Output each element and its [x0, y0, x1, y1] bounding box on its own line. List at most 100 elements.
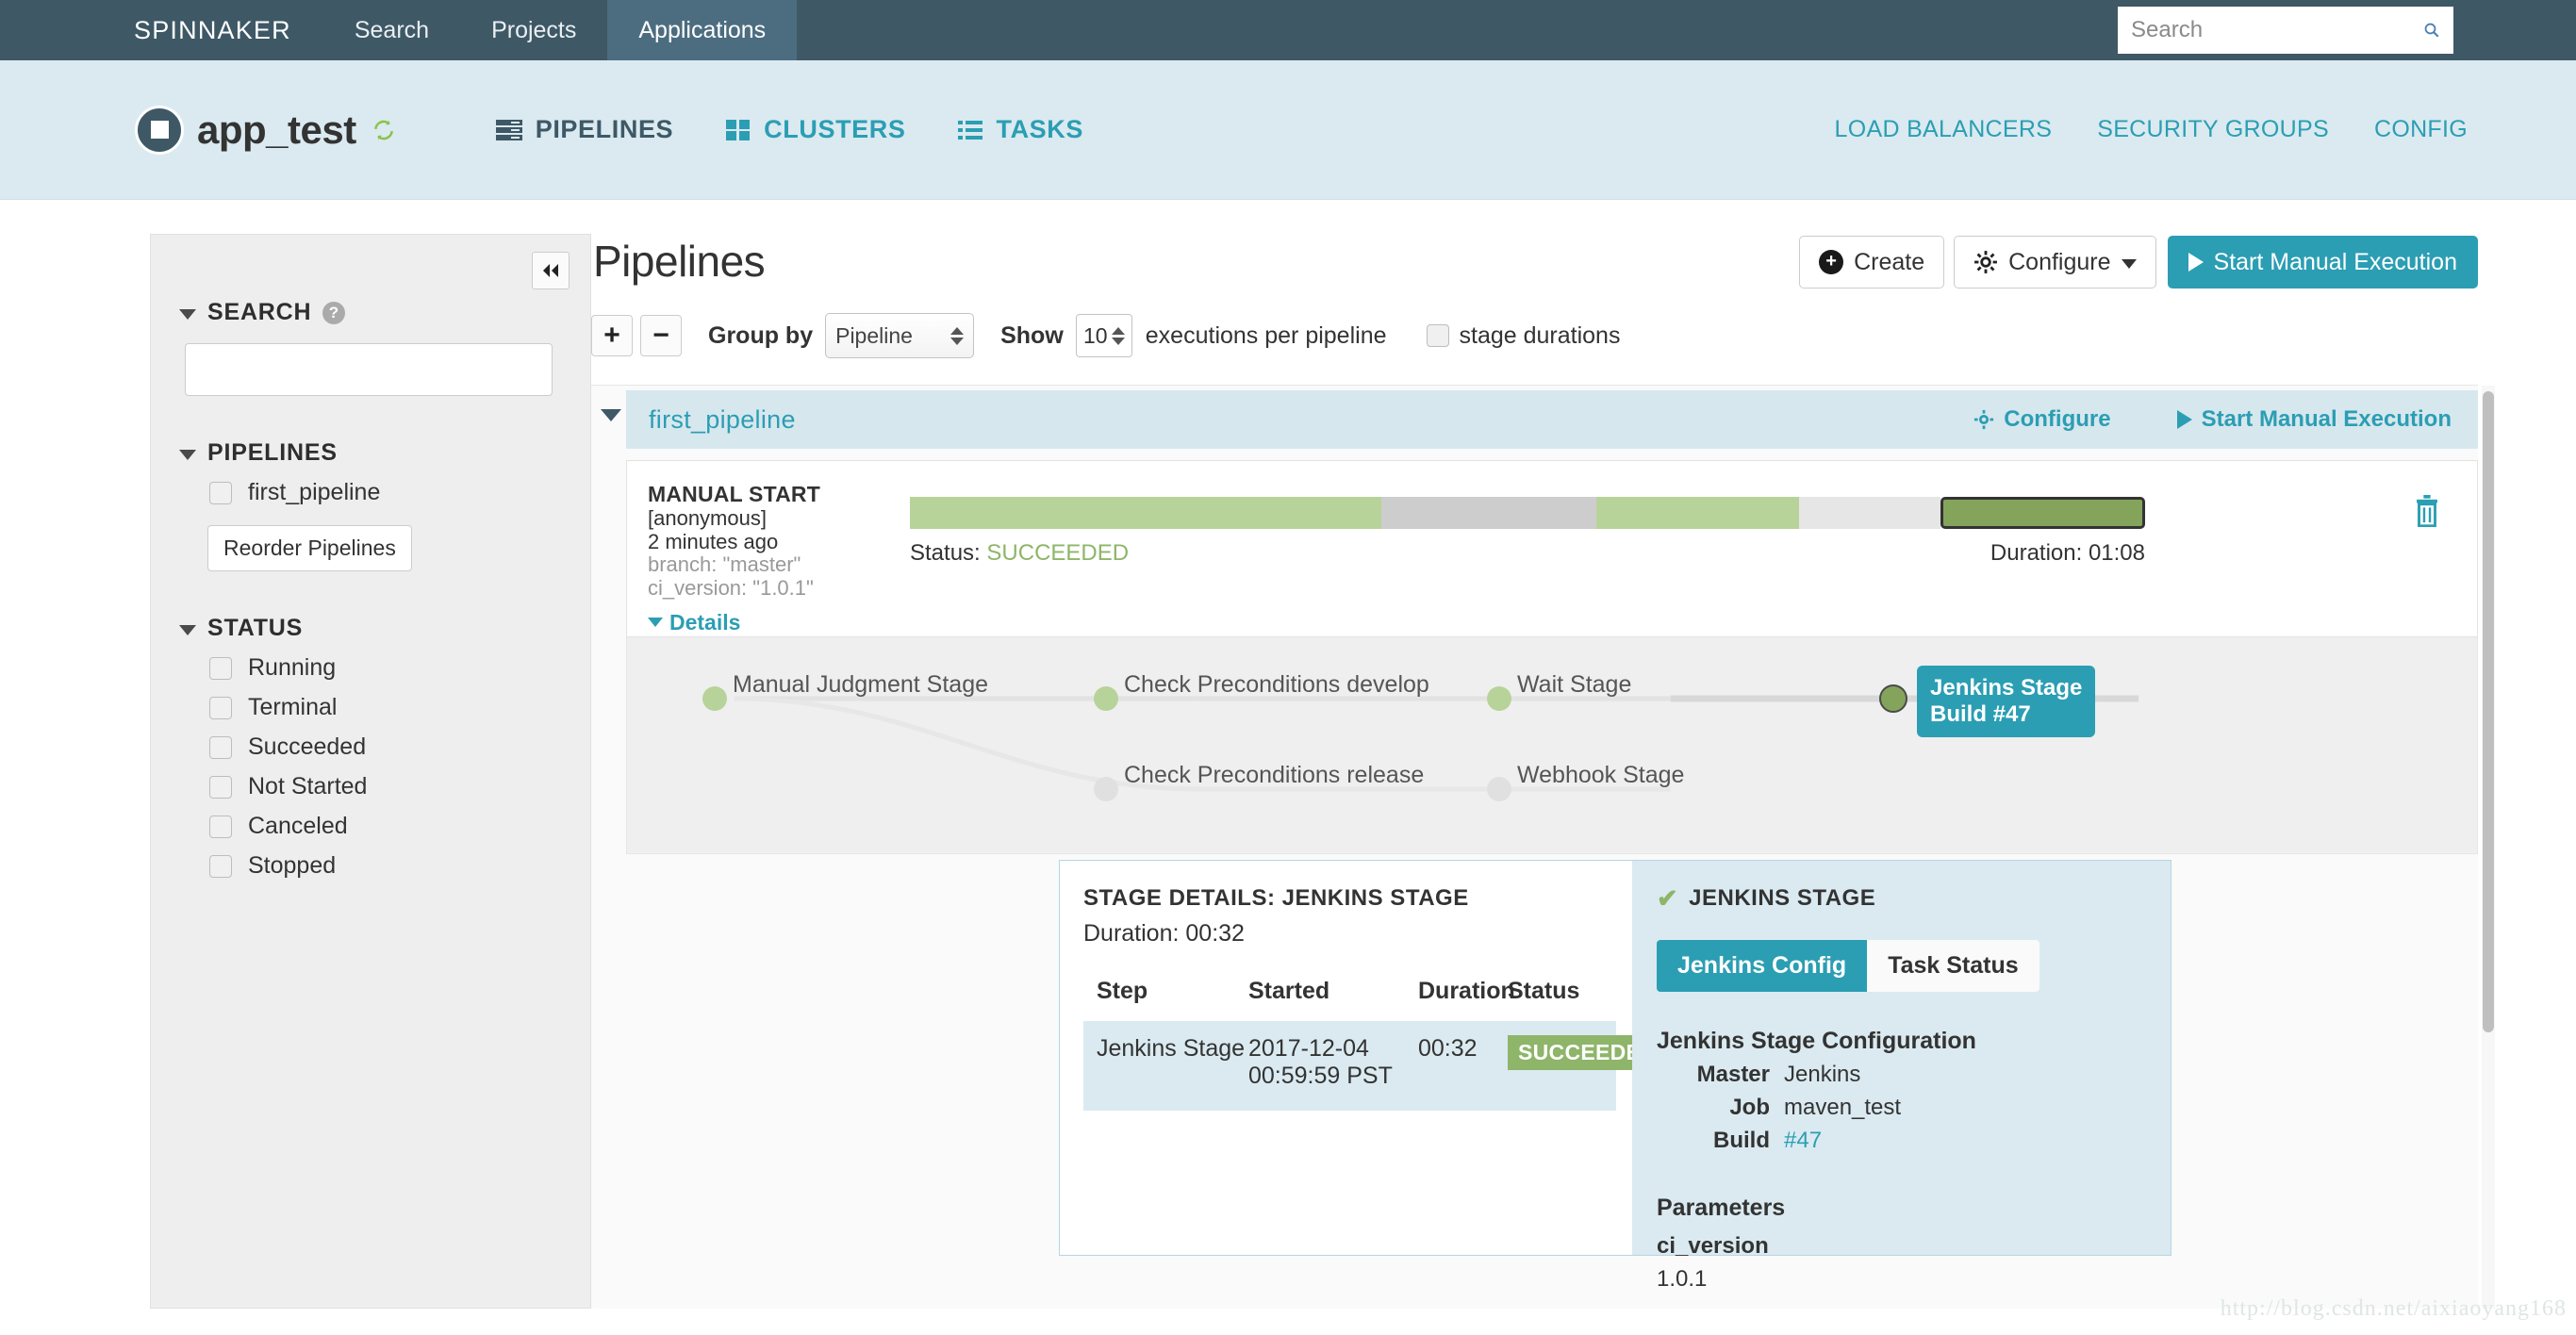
- pipeline-group-name[interactable]: first_pipeline: [626, 405, 796, 435]
- sidebar-column: SEARCH ? PIPELINES first_pipeline Reorde…: [0, 200, 591, 1335]
- collapse-all-button[interactable]: −: [640, 315, 682, 356]
- executions-scrollbar-thumb[interactable]: [2483, 391, 2494, 1032]
- filter-item-stopped[interactable]: Stopped: [151, 840, 590, 880]
- sidebar-pipelines-heading-label: PIPELINES: [207, 439, 338, 466]
- sidebar-search-heading[interactable]: SEARCH ?: [151, 255, 590, 326]
- top-navigation-bar: SPINNAKER Search Projects Applications: [0, 0, 2576, 60]
- tab-task-status[interactable]: Task Status: [1867, 940, 2039, 992]
- pipeline-start-execution-label: Start Manual Execution: [2201, 406, 2452, 432]
- stage-status-dot[interactable]: [702, 686, 727, 711]
- execution-card[interactable]: MANUAL START [anonymous] 2 minutes ago b…: [626, 460, 2478, 637]
- chevron-down-icon[interactable]: [601, 409, 621, 421]
- checkbox-running[interactable]: [209, 656, 232, 680]
- execution-status: Status: SUCCEEDED: [910, 540, 1129, 567]
- stage-config-tabs: Jenkins Config Task Status: [1657, 940, 2171, 992]
- sidebar-pipelines-heading[interactable]: PIPELINES: [151, 396, 590, 467]
- sidebar-status-heading[interactable]: STATUS: [151, 571, 590, 642]
- link-security-groups[interactable]: SECURITY GROUPS: [2097, 116, 2329, 143]
- selected-stage-tooltip[interactable]: Jenkins Stage Build #47: [1917, 666, 2096, 737]
- selected-stage-tooltip-line2: Build #47: [1930, 700, 2031, 727]
- filter-item-label: Not Started: [248, 773, 368, 799]
- column-header-duration: Duration: [1418, 978, 1515, 1004]
- brand-logo[interactable]: SPINNAKER: [0, 0, 323, 60]
- pipeline-group-header[interactable]: first_pipeline Configure Start Manual Ex…: [601, 390, 2478, 449]
- refresh-icon[interactable]: [372, 118, 396, 142]
- stage-status-dot-selected[interactable]: [1879, 684, 1907, 713]
- filter-item-succeeded[interactable]: Succeeded: [151, 721, 590, 761]
- topnav-item-applications[interactable]: Applications: [607, 0, 798, 60]
- checkbox-stage-durations[interactable]: [1426, 324, 1449, 347]
- stage-duration-bar-1[interactable]: [910, 497, 1146, 529]
- start-manual-execution-button[interactable]: Start Manual Execution: [2167, 236, 2478, 288]
- checkbox-terminal[interactable]: [209, 696, 232, 719]
- pipeline-configure-link[interactable]: Configure: [1973, 406, 2111, 433]
- link-config[interactable]: CONFIG: [2374, 116, 2468, 143]
- sidebar-collapse-button[interactable]: [532, 252, 570, 289]
- stage-duration-bar-5[interactable]: [1799, 497, 1940, 529]
- configure-dropdown-button[interactable]: Configure: [1954, 236, 2156, 288]
- stage-duration-bar-2[interactable]: [1146, 497, 1381, 529]
- search-icon[interactable]: [2423, 18, 2440, 42]
- field-build-key: Build: [1713, 1128, 1770, 1153]
- trash-icon[interactable]: [2413, 495, 2441, 527]
- stage-durations-toggle[interactable]: stage durations: [1426, 322, 1620, 350]
- tab-jenkins-config[interactable]: Jenkins Config: [1657, 940, 1868, 992]
- global-search-box[interactable]: [2118, 7, 2453, 54]
- global-search-input[interactable]: [2131, 17, 2423, 43]
- execution-bar-meta: Status: SUCCEEDED Duration: 01:08: [910, 540, 2145, 567]
- execution-trigger: MANUAL START: [648, 482, 820, 506]
- stage-status-dot[interactable]: [1094, 777, 1118, 801]
- checkbox-canceled[interactable]: [209, 815, 232, 838]
- reorder-pipelines-button[interactable]: Reorder Pipelines: [207, 525, 412, 571]
- topnav-item-search[interactable]: Search: [323, 0, 460, 60]
- stage-status-dot[interactable]: [1094, 686, 1118, 711]
- filter-item-not-started[interactable]: Not Started: [151, 761, 590, 800]
- executions-count-stepper[interactable]: 10: [1075, 314, 1132, 357]
- filter-item-label: Stopped: [248, 852, 337, 879]
- help-icon[interactable]: ?: [322, 301, 346, 324]
- checkbox-stopped[interactable]: [209, 854, 232, 878]
- filter-item-running[interactable]: Running: [151, 642, 590, 682]
- jenkins-config-heading: Jenkins Stage Configuration: [1657, 1028, 1976, 1054]
- field-master-value: Jenkins: [1784, 1062, 1861, 1087]
- tab-clusters[interactable]: CLUSTERS: [726, 115, 905, 144]
- pipeline-start-execution-link[interactable]: Start Manual Execution: [2176, 406, 2452, 433]
- create-button[interactable]: + Create: [1799, 236, 1945, 288]
- stage-status-dot[interactable]: [1487, 777, 1511, 801]
- stepper-arrows-icon[interactable]: [1111, 326, 1125, 345]
- application-header: app_test PIPELINES CLUSTERS TASKS LOAD B…: [0, 60, 2576, 200]
- check-icon: ✔: [1657, 883, 1679, 913]
- stage-duration-bar-6[interactable]: [1940, 497, 2145, 529]
- checkbox-not-started[interactable]: [209, 775, 232, 799]
- group-by-select[interactable]: Pipeline: [825, 313, 975, 358]
- filter-item-first-pipeline[interactable]: first_pipeline: [151, 467, 590, 506]
- execution-stage-bars[interactable]: [910, 497, 2145, 529]
- tab-tasks[interactable]: TASKS: [958, 115, 1083, 144]
- field-build-value-link[interactable]: #47: [1784, 1128, 1822, 1154]
- sidebar-search-input[interactable]: [185, 343, 553, 396]
- column-header-started: Started: [1248, 978, 1330, 1004]
- topnav-item-projects[interactable]: Projects: [460, 0, 607, 60]
- stage-duration-bar-3[interactable]: [1381, 497, 1596, 529]
- stage-status-dot[interactable]: [1487, 686, 1511, 711]
- pipelines-toolbar: + − Group by Pipeline Show 10 executions…: [591, 313, 2576, 358]
- table-row[interactable]: Jenkins Stage 2017-12-04 00:59:59 PST 00…: [1083, 1021, 1668, 1111]
- tab-pipelines[interactable]: PIPELINES: [495, 115, 674, 144]
- tab-pipelines-label: PIPELINES: [535, 115, 674, 143]
- filter-item-label: Terminal: [248, 694, 338, 720]
- filter-item-canceled[interactable]: Canceled: [151, 800, 590, 840]
- checkbox-succeeded[interactable]: [209, 735, 232, 759]
- expand-all-button[interactable]: +: [591, 315, 633, 356]
- pipeline-stage-graph: Manual Judgment Stage Check Precondition…: [626, 637, 2478, 854]
- execution-details-label: Details: [669, 609, 741, 635]
- stage-duration-bar-4[interactable]: [1596, 497, 1799, 529]
- cell-status: SUCCEEDED: [1508, 1035, 1668, 1090]
- checkbox-first-pipeline[interactable]: [209, 481, 232, 504]
- cell-duration: 00:32: [1418, 1035, 1478, 1062]
- execution-details-toggle[interactable]: Details: [648, 610, 910, 635]
- graph-node-label: Check Preconditions develop: [1124, 671, 1429, 698]
- stage-config-title-label: JENKINS STAGE: [1689, 885, 1876, 911]
- filter-item-terminal[interactable]: Terminal: [151, 682, 590, 721]
- pipeline-group-actions: Configure Start Manual Execution: [1973, 406, 2452, 433]
- link-load-balancers[interactable]: LOAD BALANCERS: [1835, 116, 2053, 143]
